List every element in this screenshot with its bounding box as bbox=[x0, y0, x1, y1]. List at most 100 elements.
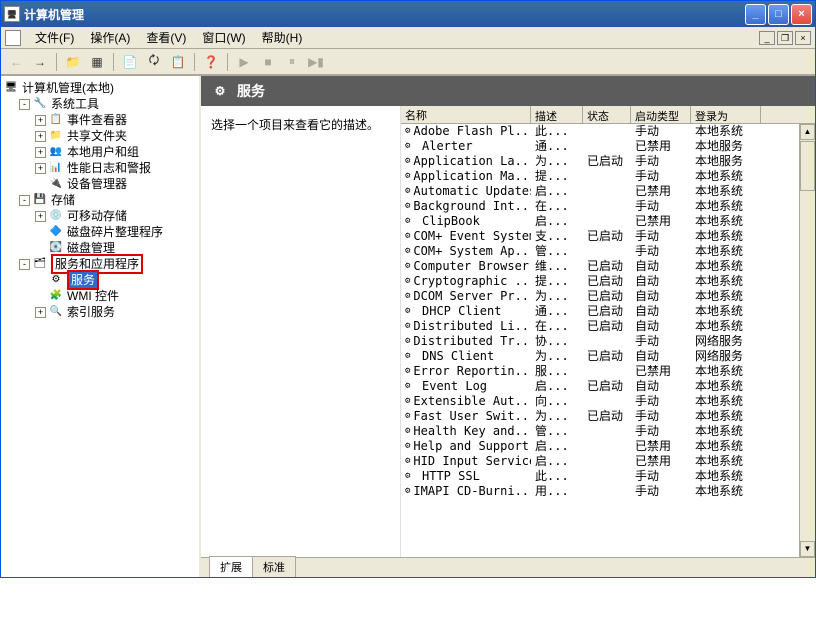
expand-icon[interactable]: + bbox=[35, 115, 46, 126]
service-row[interactable]: ⚙Alerter通...已禁用本地服务 bbox=[401, 139, 815, 154]
users-icon: 👥 bbox=[48, 145, 64, 159]
svc-name: ClipBook bbox=[422, 214, 480, 229]
gear-icon: ⚙ bbox=[405, 426, 410, 438]
expand-icon[interactable]: + bbox=[35, 307, 46, 318]
export-button[interactable]: 📋 bbox=[167, 51, 189, 73]
col-name[interactable]: 名称 bbox=[401, 106, 531, 123]
properties-button[interactable]: 📄 bbox=[119, 51, 141, 73]
service-row[interactable]: ⚙COM+ Event System支...已启动手动本地系统 bbox=[401, 229, 815, 244]
svc-startup: 已禁用 bbox=[631, 439, 691, 454]
window-buttons: _ □ × bbox=[745, 4, 812, 25]
shared-icon: 📁 bbox=[48, 129, 64, 143]
service-row[interactable]: ⚙DCOM Server Pr...为...已启动自动本地系统 bbox=[401, 289, 815, 304]
tree-root[interactable]: 🖥计算机管理(本地) bbox=[3, 80, 197, 96]
gear-icon: ⚙ bbox=[405, 186, 410, 198]
service-row[interactable]: ⚙Event Log启...已启动自动本地系统 bbox=[401, 379, 815, 394]
service-row[interactable]: ⚙Extensible Aut...向...手动本地系统 bbox=[401, 394, 815, 409]
service-row[interactable]: ⚙Computer Browser维...已启动自动本地系统 bbox=[401, 259, 815, 274]
service-row[interactable]: ⚙Distributed Li...在...已启动自动本地系统 bbox=[401, 319, 815, 334]
svc-logon: 本地系统 bbox=[691, 379, 761, 394]
show-hide-tree-button[interactable]: ▦ bbox=[86, 51, 108, 73]
scroll-up-button[interactable]: ▲ bbox=[800, 124, 815, 140]
tree-indexing[interactable]: +🔍索引服务 bbox=[3, 304, 197, 320]
titlebar[interactable]: 🖥 计算机管理 _ □ × bbox=[1, 1, 815, 27]
service-row[interactable]: ⚙Adobe Flash Pl...此...手动本地系统 bbox=[401, 124, 815, 139]
minimize-button[interactable]: _ bbox=[745, 4, 766, 25]
mdi-minimize[interactable]: _ bbox=[759, 31, 775, 45]
svc-startup: 已禁用 bbox=[631, 454, 691, 469]
mdi-close[interactable]: × bbox=[795, 31, 811, 45]
svc-desc: 维... bbox=[531, 259, 583, 274]
service-row[interactable]: ⚙Health Key and...管...手动本地系统 bbox=[401, 424, 815, 439]
scroll-thumb[interactable] bbox=[800, 141, 815, 191]
tree-defrag[interactable]: 🔷磁盘碎片整理程序 bbox=[3, 224, 197, 240]
service-row[interactable]: ⚙Error Reportin...服...已禁用本地系统 bbox=[401, 364, 815, 379]
back-button[interactable]: ← bbox=[5, 51, 27, 73]
refresh-button[interactable]: 🗘 bbox=[143, 51, 165, 73]
collapse-icon[interactable]: - bbox=[19, 99, 30, 110]
tree-removable[interactable]: +💿可移动存储 bbox=[3, 208, 197, 224]
list-body[interactable]: ⚙Adobe Flash Pl...此...手动本地系统⚙Alerter通...… bbox=[401, 124, 815, 557]
vertical-scrollbar[interactable]: ▲ ▼ bbox=[799, 124, 815, 557]
service-row[interactable]: ⚙Background Int...在...手动本地系统 bbox=[401, 199, 815, 214]
service-row[interactable]: ⚙DNS Client为...已启动自动网络服务 bbox=[401, 349, 815, 364]
tree-eventvwr[interactable]: +📋事件查看器 bbox=[3, 112, 197, 128]
main-window: 🖥 计算机管理 _ □ × 文件(F) 操作(A) 查看(V) 窗口(W) 帮助… bbox=[0, 0, 816, 578]
tree-shared[interactable]: +📁共享文件夹 bbox=[3, 128, 197, 144]
gear-icon: ⚙ bbox=[405, 321, 410, 333]
stop-service-button[interactable]: ■ bbox=[257, 51, 279, 73]
expand-icon[interactable]: + bbox=[35, 131, 46, 142]
help-button[interactable]: ❓ bbox=[200, 51, 222, 73]
expand-icon[interactable]: + bbox=[35, 163, 46, 174]
tree-svcapps[interactable]: -🗂服务和应用程序 bbox=[3, 256, 197, 272]
tree-panel[interactable]: 🖥计算机管理(本地) -🔧系统工具 +📋事件查看器 +📁共享文件夹 +👥本地用户… bbox=[1, 76, 201, 577]
tree-wmi[interactable]: 🧩WMI 控件 bbox=[3, 288, 197, 304]
tree-devmgr[interactable]: 🔌设备管理器 bbox=[3, 176, 197, 192]
collapse-icon[interactable]: - bbox=[19, 195, 30, 206]
service-row[interactable]: ⚙IMAPI CD-Burni...用...手动本地系统 bbox=[401, 484, 815, 499]
tab-extended[interactable]: 扩展 bbox=[209, 556, 253, 577]
tab-standard[interactable]: 标准 bbox=[252, 556, 296, 577]
tree-services[interactable]: ⚙服务 bbox=[3, 272, 197, 288]
svc-logon: 本地系统 bbox=[691, 424, 761, 439]
maximize-button[interactable]: □ bbox=[768, 4, 789, 25]
restart-service-button[interactable]: ▶▮ bbox=[305, 51, 327, 73]
menu-action[interactable]: 操作(A) bbox=[82, 27, 138, 48]
menu-file[interactable]: 文件(F) bbox=[27, 27, 82, 48]
service-row[interactable]: ⚙Fast User Swit...为...已启动手动本地系统 bbox=[401, 409, 815, 424]
col-desc[interactable]: 描述 bbox=[531, 106, 583, 123]
col-status[interactable]: 状态 bbox=[583, 106, 631, 123]
close-button[interactable]: × bbox=[791, 4, 812, 25]
tree-users[interactable]: +👥本地用户和组 bbox=[3, 144, 197, 160]
service-row[interactable]: ⚙COM+ System Ap...管...手动本地系统 bbox=[401, 244, 815, 259]
service-row[interactable]: ⚙Help and Support启...已禁用本地系统 bbox=[401, 439, 815, 454]
col-startup[interactable]: 启动类型 bbox=[631, 106, 691, 123]
service-row[interactable]: ⚙Cryptographic ...提...已启动自动本地系统 bbox=[401, 274, 815, 289]
expand-icon[interactable]: + bbox=[35, 147, 46, 158]
menu-help[interactable]: 帮助(H) bbox=[254, 27, 311, 48]
collapse-icon[interactable]: - bbox=[19, 259, 30, 270]
up-button[interactable]: 📁 bbox=[62, 51, 84, 73]
service-row[interactable]: ⚙Application Ma...提...手动本地系统 bbox=[401, 169, 815, 184]
service-row[interactable]: ⚙Automatic Updates启...已禁用本地系统 bbox=[401, 184, 815, 199]
start-service-button[interactable]: ▶ bbox=[233, 51, 255, 73]
tree-perf[interactable]: +📊性能日志和警报 bbox=[3, 160, 197, 176]
pause-service-button[interactable]: ⏸ bbox=[281, 51, 303, 73]
tree-storage[interactable]: -💾存储 bbox=[3, 192, 197, 208]
service-row[interactable]: ⚙DHCP Client通...已启动自动本地系统 bbox=[401, 304, 815, 319]
forward-button[interactable]: → bbox=[29, 51, 51, 73]
service-row[interactable]: ⚙HID Input Service启...已禁用本地系统 bbox=[401, 454, 815, 469]
service-row[interactable]: ⚙ClipBook启...已禁用本地系统 bbox=[401, 214, 815, 229]
menu-window[interactable]: 窗口(W) bbox=[194, 27, 253, 48]
svc-logon: 本地系统 bbox=[691, 364, 761, 379]
menu-view[interactable]: 查看(V) bbox=[138, 27, 194, 48]
tree-systools[interactable]: -🔧系统工具 bbox=[3, 96, 197, 112]
service-row[interactable]: ⚙Distributed Tr...协...手动网络服务 bbox=[401, 334, 815, 349]
service-row[interactable]: ⚙HTTP SSL此...手动本地系统 bbox=[401, 469, 815, 484]
col-logon[interactable]: 登录为 bbox=[691, 106, 761, 123]
service-row[interactable]: ⚙Application La...为...已启动手动本地服务 bbox=[401, 154, 815, 169]
mdi-restore[interactable]: ❐ bbox=[777, 31, 793, 45]
svc-name: Cryptographic ... bbox=[413, 274, 531, 289]
scroll-down-button[interactable]: ▼ bbox=[800, 541, 815, 557]
expand-icon[interactable]: + bbox=[35, 211, 46, 222]
